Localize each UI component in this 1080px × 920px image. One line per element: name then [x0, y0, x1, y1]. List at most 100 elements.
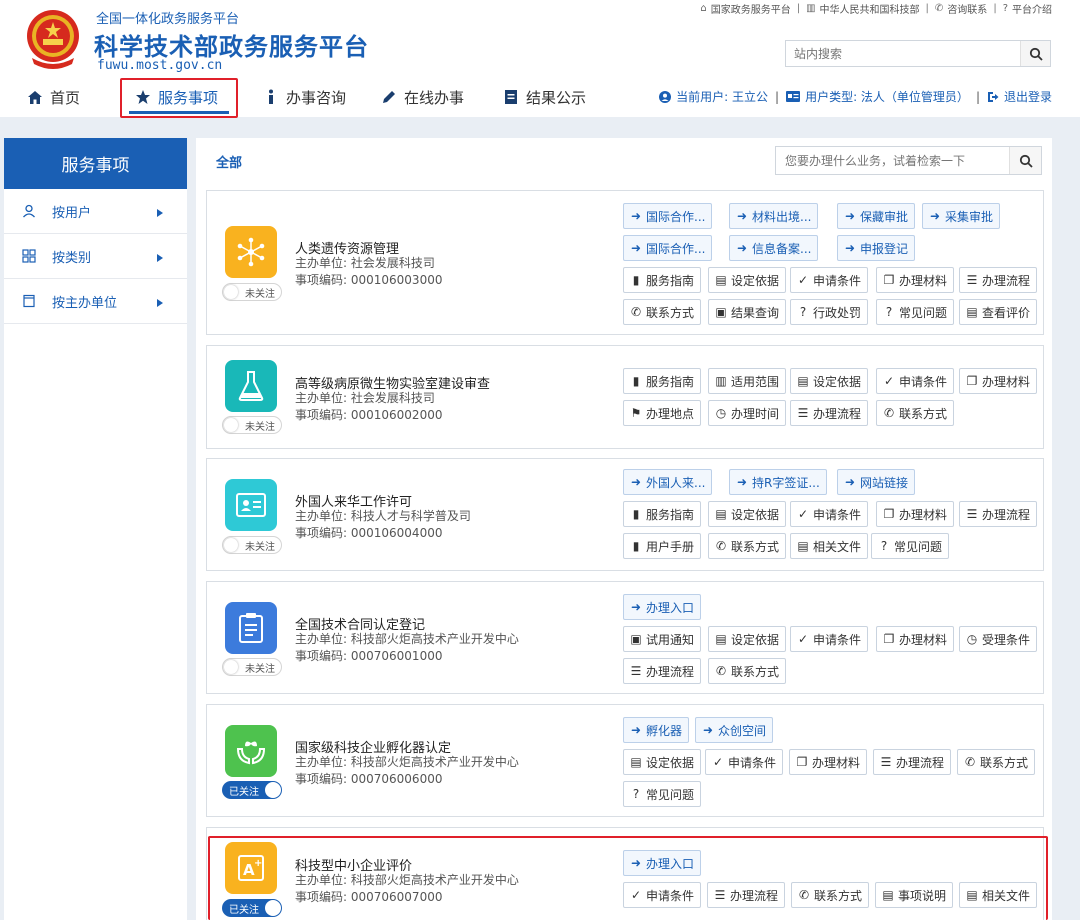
site-url: fuwu.most.gov.cn	[97, 58, 223, 73]
service-unit: 主办单位: 科技部火炬高技术产业开发中心	[295, 755, 519, 769]
follow-toggle[interactable]: 未关注	[222, 283, 282, 301]
arrow-circle-icon: ➜	[630, 600, 642, 614]
list-icon: ☰	[966, 273, 978, 287]
link-button[interactable]: ➜ 孵化器	[623, 717, 690, 743]
link-button[interactable]: ➜ 申报登记	[837, 235, 916, 261]
link-button[interactable]: ➜ 外国人来...	[623, 469, 713, 495]
service-unit: 主办单位: 社会发展科技司	[295, 391, 435, 405]
process-button[interactable]: ☰ 办理流程	[959, 267, 1038, 293]
nav-consult[interactable]: 办事咨询	[262, 78, 346, 116]
review-button[interactable]: ▤ 查看评价	[959, 299, 1038, 325]
basis-button[interactable]: ▤ 设定依据	[708, 501, 787, 527]
follow-toggle[interactable]: 未关注	[222, 658, 282, 676]
link-button[interactable]: ➜ 持R字签证...	[729, 469, 827, 495]
link-button[interactable]: ➜ 保藏审批	[837, 203, 916, 229]
link-button[interactable]: ➜ 材料出境...	[729, 203, 819, 229]
process-button[interactable]: ☰ 办理流程	[790, 400, 869, 426]
scope-button[interactable]: ▥ 适用范围	[708, 368, 787, 394]
top-link-most[interactable]: 中华人民共和国科技部	[820, 1, 920, 16]
top-link-contact[interactable]: 咨询联系	[947, 1, 987, 16]
materials-button[interactable]: ❐ 办理材料	[876, 267, 955, 293]
penalty-button[interactable]: ? 行政处罚	[790, 299, 869, 325]
logout-link[interactable]: 退出登录	[1004, 88, 1052, 105]
service-search-input[interactable]	[776, 147, 1006, 174]
question-icon: ?	[1002, 3, 1008, 14]
nav-home[interactable]: 首页	[26, 78, 80, 116]
service-search-button[interactable]	[1009, 147, 1041, 174]
conditions-button[interactable]: ✓ 申请条件	[790, 501, 869, 527]
conditions-button[interactable]: ✓ 申请条件	[790, 267, 869, 293]
hours-button[interactable]: ◷ 办理时间	[708, 400, 787, 426]
basis-button[interactable]: ▤ 设定依据	[708, 626, 787, 652]
link-button[interactable]: ➜ 网站链接	[837, 469, 916, 495]
service-guide-button[interactable]: ▮ 服务指南	[623, 501, 702, 527]
service-unit: 主办单位: 科技部火炬高技术产业开发中心	[295, 632, 519, 646]
book-icon: ▮	[632, 539, 640, 553]
site-title: 科学技术部政务服务平台	[94, 33, 369, 61]
phone-icon: ✆	[715, 664, 727, 678]
copy-icon: ❐	[796, 755, 808, 769]
result-query-button[interactable]: ▣ 结果查询	[708, 299, 787, 325]
conditions-button[interactable]: ✓ 申请条件	[876, 368, 955, 394]
faq-button[interactable]: ? 常见问题	[876, 299, 955, 325]
service-search	[775, 146, 1042, 175]
logout-icon	[987, 91, 999, 102]
file-icon: ▤	[715, 273, 727, 287]
materials-button[interactable]: ❐ 办理材料	[959, 368, 1038, 394]
contact-button[interactable]: ✆ 联系方式	[708, 658, 787, 684]
service-guide-button[interactable]: ▮ 服务指南	[623, 368, 702, 394]
related-files-button[interactable]: ▤ 相关文件	[790, 533, 869, 559]
service-code: 事项编码: 000706001000	[295, 649, 443, 663]
basis-button[interactable]: ▤ 设定依据	[790, 368, 869, 394]
process-button[interactable]: ☰ 办理流程	[623, 658, 702, 684]
site-search-button[interactable]	[1020, 41, 1050, 66]
process-button[interactable]: ☰ 办理流程	[873, 749, 952, 775]
trial-notice-button[interactable]: ▣ 试用通知	[623, 626, 702, 652]
basis-button[interactable]: ▤ 设定依据	[708, 267, 787, 293]
nav-results-label: 结果公示	[526, 88, 587, 107]
main-content: 全部 未关注 人类遗传资源管理 主办单位: 社会发展科技司 事项编码: 0001…	[196, 138, 1052, 920]
top-link-about[interactable]: 平台介绍	[1012, 1, 1052, 16]
nav-online[interactable]: 在线办事	[380, 78, 464, 116]
manual-button[interactable]: ▮ 用户手册	[623, 533, 702, 559]
materials-button[interactable]: ❐ 办理材料	[789, 749, 868, 775]
link-button[interactable]: ➜ 国际合作...	[623, 203, 713, 229]
basis-button[interactable]: ▤ 设定依据	[623, 749, 702, 775]
search-icon	[1029, 47, 1043, 61]
current-user: 当前用户: 王立公	[676, 90, 769, 104]
sidebar-item-by-user[interactable]: 按用户	[4, 189, 187, 234]
top-link-gov[interactable]: 国家政务服务平台	[711, 1, 791, 16]
materials-button[interactable]: ❐ 办理材料	[876, 501, 955, 527]
follow-toggle[interactable]: 已关注	[222, 781, 282, 799]
link-button[interactable]: ➜ 众创空间	[695, 717, 774, 743]
faq-button[interactable]: ? 常见问题	[871, 533, 950, 559]
conditions-button[interactable]: ✓ 申请条件	[705, 749, 784, 775]
contact-button[interactable]: ✆ 联系方式	[623, 299, 702, 325]
follow-toggle[interactable]: 未关注	[222, 536, 282, 554]
file-icon: ▤	[630, 755, 642, 769]
sidebar-item-by-category[interactable]: 按类别	[4, 234, 187, 279]
link-button[interactable]: ➜ 采集审批	[922, 203, 1001, 229]
link-button[interactable]: ➜ 国际合作...	[623, 235, 713, 261]
contact-button[interactable]: ✆ 联系方式	[876, 400, 955, 426]
sidebar-item-by-unit[interactable]: 按主办单位	[4, 279, 187, 324]
book-icon: ▮	[632, 273, 640, 287]
faq-button[interactable]: ? 常见问题	[623, 781, 702, 807]
link-button[interactable]: ➜ 信息备案...	[729, 235, 819, 261]
arrow-circle-icon: ➜	[736, 241, 748, 255]
process-button[interactable]: ☰ 办理流程	[959, 501, 1038, 527]
follow-toggle[interactable]: 未关注	[222, 416, 282, 434]
nav-results[interactable]: 结果公示	[502, 78, 586, 116]
contact-button[interactable]: ✆ 联系方式	[708, 533, 787, 559]
user-circle-icon	[659, 90, 672, 103]
service-guide-button[interactable]: ▮ 服务指南	[623, 267, 702, 293]
site-search-input[interactable]	[786, 41, 1020, 66]
acceptance-button[interactable]: ◷ 受理条件	[959, 626, 1038, 652]
materials-button[interactable]: ❐ 办理材料	[876, 626, 955, 652]
entry-button[interactable]: ➜ 办理入口	[623, 594, 702, 620]
location-button[interactable]: ⚑ 办理地点	[623, 400, 702, 426]
arrow-circle-icon: ➜	[844, 475, 856, 489]
conditions-button[interactable]: ✓ 申请条件	[790, 626, 869, 652]
contact-button[interactable]: ✆ 联系方式	[957, 749, 1036, 775]
tab-all[interactable]: 全部	[216, 152, 242, 171]
